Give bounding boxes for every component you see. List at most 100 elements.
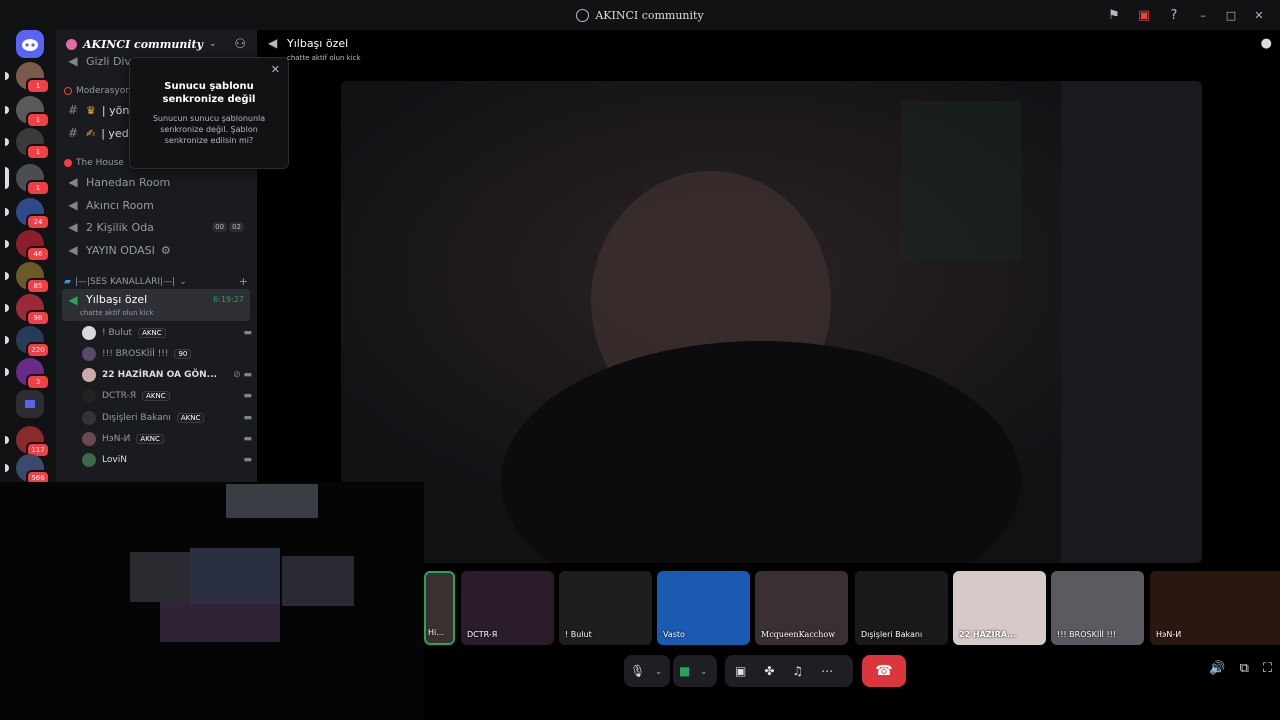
screen-share-icon[interactable]: ▣: [1136, 8, 1152, 23]
server-icon[interactable]: 1: [5, 96, 50, 128]
voice-user[interactable]: ! Bulut AKNC ▬: [82, 322, 252, 343]
participant-tile[interactable]: Hi...: [424, 571, 455, 645]
server-icon[interactable]: 3: [5, 358, 50, 390]
help-icon[interactable]: ?: [1166, 8, 1182, 23]
server-icon[interactable]: 220: [5, 326, 50, 358]
server-icon[interactable]: 117: [5, 426, 50, 458]
voice-user[interactable]: Dışişleri Bakanı AKNC ▬: [82, 407, 252, 428]
view-controls: 🔊 ⧉ ⛶: [1209, 661, 1272, 676]
self-preview: [0, 482, 424, 720]
participant-tile[interactable]: ! Bulut: [559, 571, 652, 645]
server-icon[interactable]: 1: [5, 128, 50, 160]
server-icon[interactable]: 24: [5, 198, 50, 230]
voice-user[interactable]: !!! BROSKİİİ !!! 90: [82, 343, 252, 364]
participant-tile[interactable]: HэN-И: [1150, 571, 1280, 645]
participant-tile[interactable]: Vasto: [657, 571, 750, 645]
soundboard-icon[interactable]: ♫: [792, 664, 803, 678]
camera-icon[interactable]: ■: [679, 664, 690, 678]
voice-user[interactable]: 22 HAZİRAN OA GÖN... ⊘ ▬: [82, 364, 252, 385]
popup-title: Sunucu şablonu senkronize değil: [162, 81, 256, 105]
popout-icon[interactable]: ⧉: [1240, 661, 1249, 676]
voice-user-name: 22 HAZİRAN OA GÖN...: [102, 369, 217, 380]
hashtag-icon: #: [67, 126, 79, 140]
server-icon[interactable]: 566: [5, 454, 50, 486]
close-icon[interactable]: ✕: [1252, 9, 1266, 22]
video-frame: [341, 81, 1202, 563]
chevron-down-icon[interactable]: ⌄: [700, 667, 707, 676]
template-sync-popup[interactable]: ✕ Sunucu şablonu senkronize değil Sunucu…: [129, 57, 289, 169]
tile-label: !!! BROSKİİİ !!!: [1057, 630, 1117, 639]
server-icon[interactable]: 46: [5, 230, 50, 262]
voice-user[interactable]: DCTR-Я AKNC ▬: [82, 385, 252, 406]
mention-badge: 1: [26, 78, 50, 94]
channel-yilbasi-ozel[interactable]: ◀ Yılbaşı özel 6:19:27 chatte aktif olun…: [62, 289, 250, 321]
voice-user[interactable]: HэN-И AKNC ▬: [82, 428, 252, 449]
participant-tile[interactable]: 22 HAZİRA...: [953, 571, 1046, 645]
server-logo-icon: [576, 8, 590, 22]
maximize-icon[interactable]: □: [1224, 9, 1238, 22]
tile-label: 22 HAZİRA...: [959, 630, 1017, 639]
room-preview: [130, 484, 354, 642]
call-status[interactable]: chatte aktif olun kick: [287, 54, 361, 62]
category-the-house[interactable]: The House⌄: [64, 158, 135, 168]
voice-user-name: LoviN: [102, 454, 127, 465]
channel-yayin-odasi[interactable]: ◀ YAYIN ODASI ⚙: [62, 239, 250, 261]
activities-icon[interactable]: ✤: [764, 664, 774, 678]
voice-user[interactable]: LoviN ▬: [82, 449, 252, 470]
voice-user-name: Dışişleri Bakanı: [102, 412, 171, 423]
category-label: Moderasyon: [76, 86, 131, 96]
avatar: [82, 325, 96, 340]
tile-label: HэN-И: [1156, 630, 1182, 639]
server-icon-akinci[interactable]: 1: [5, 164, 50, 196]
tile-label: ! Bulut: [565, 630, 592, 639]
channel-akinci-room[interactable]: ◀ Akıncı Room: [62, 194, 250, 216]
main-video-stream[interactable]: [341, 81, 1202, 563]
home-button[interactable]: [16, 30, 44, 58]
chevron-down-icon: ⌄: [209, 39, 217, 49]
server-icon[interactable]: 1: [5, 62, 50, 94]
minimize-icon[interactable]: –: [1196, 9, 1210, 22]
participant-tile[interactable]: Dışişleri Bakanı: [855, 571, 948, 645]
participant-tile[interactable]: McqueenKacchow: [755, 571, 848, 645]
server-icon[interactable]: 85: [5, 262, 50, 294]
category-moderasyon[interactable]: Moderasyon: [64, 86, 131, 96]
flag-icon[interactable]: ⚑: [1106, 8, 1122, 23]
folder-icon: [25, 400, 35, 408]
screen-share-icon[interactable]: ▣: [735, 664, 746, 678]
speaker-icon: ◀: [68, 220, 78, 234]
mic-control[interactable]: 🎙 ⌄: [624, 655, 670, 687]
call-timer: 6:19:27: [213, 295, 244, 304]
more-icon[interactable]: ⋯: [821, 664, 833, 678]
channel-hanedan-room[interactable]: ◀ Hanedan Room: [62, 171, 250, 193]
speaker-icon: ◀: [68, 198, 78, 212]
voice-user-name: HэN-И: [102, 433, 131, 444]
volume-icon[interactable]: 🔊: [1209, 661, 1225, 676]
add-channel-icon[interactable]: +: [239, 275, 248, 288]
avatar: [82, 431, 96, 446]
participant-tile[interactable]: DCTR-Я: [461, 571, 554, 645]
speaker-icon: ◀: [68, 175, 78, 189]
category-ses-kanallari[interactable]: ▰ |—|SES KANALLARI|—| ⌄ +: [64, 275, 248, 288]
tile-label: Hi...: [428, 628, 444, 637]
channel-label: Akıncı Room: [86, 198, 154, 212]
user-tag: AKNC: [136, 433, 164, 444]
mention-badge: 1: [26, 112, 50, 128]
channel-2-kisilik-oda[interactable]: ◀ 2 Kişilik Oda 00 02: [62, 216, 250, 238]
participant-tile[interactable]: !!! BROSKİİİ !!!: [1051, 571, 1144, 645]
speaker-icon: ◀: [68, 54, 78, 68]
microphone-icon[interactable]: 🎙: [630, 664, 645, 678]
category-label: |—|SES KANALLARI|—|: [74, 276, 176, 287]
fullscreen-icon[interactable]: ⛶: [1263, 661, 1272, 676]
chat-icon[interactable]: ●: [1261, 36, 1272, 51]
camera-control[interactable]: ■ ⌄: [673, 655, 717, 687]
server-icon[interactable]: 98: [5, 294, 50, 326]
video-icon: ▬: [243, 412, 252, 423]
phone-hangup-icon: ☎: [875, 663, 893, 679]
disconnect-button[interactable]: ☎: [862, 655, 906, 687]
call-header: ◀ Yılbaşı özel chatte aktif olun kick ●: [258, 30, 1280, 66]
mention-badge: 3: [26, 374, 50, 390]
tile-label: DCTR-Я: [467, 630, 498, 639]
activity-controls: ▣ ✤ ♫ ⋯: [725, 655, 853, 687]
chevron-down-icon[interactable]: ⌄: [655, 667, 662, 676]
server-folder-icon[interactable]: [16, 390, 44, 418]
